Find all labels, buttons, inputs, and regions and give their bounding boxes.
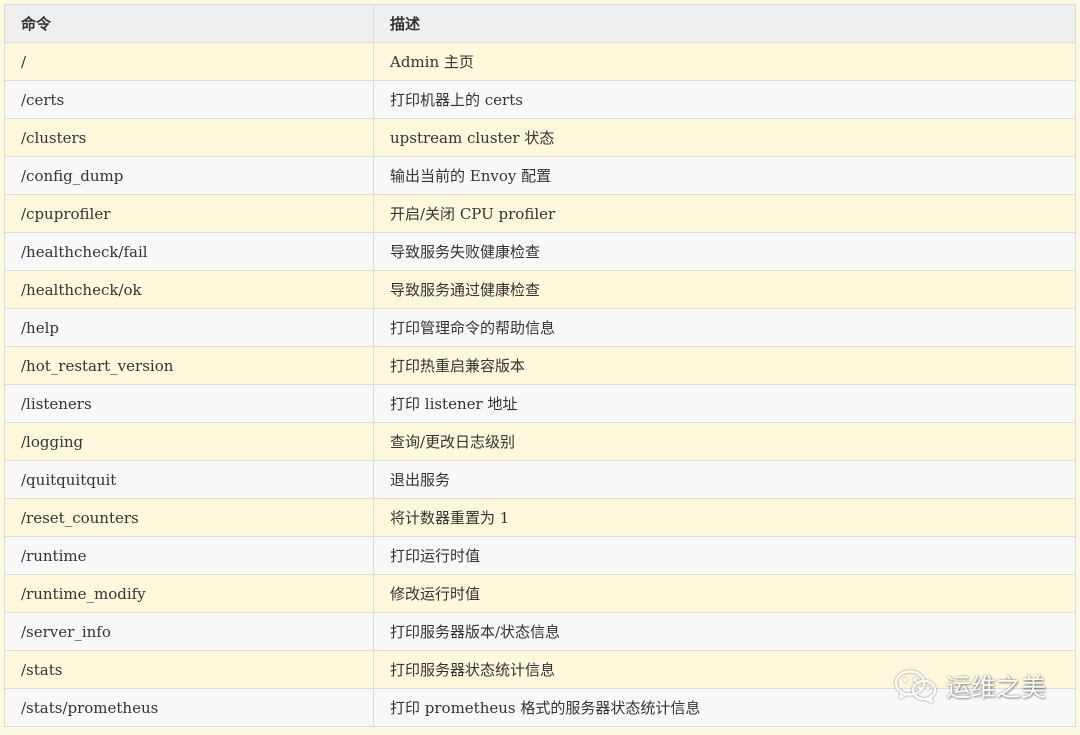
table-row: /cpuprofiler 开启/关闭 CPU profiler [4, 194, 1076, 233]
table-row: /healthcheck/ok 导致服务通过健康检查 [4, 270, 1076, 309]
command-cell: /config_dump [4, 156, 374, 195]
command-cell: /certs [4, 80, 374, 119]
watermark: 运维之美 [894, 668, 1046, 704]
description-cell: Admin 主页 [373, 42, 1076, 81]
description-cell: 开启/关闭 CPU profiler [373, 194, 1076, 233]
command-cell: /healthcheck/fail [4, 232, 374, 271]
table-row: /runtime_modify 修改运行时值 [4, 574, 1076, 613]
table-row: /config_dump 输出当前的 Envoy 配置 [4, 156, 1076, 195]
header-row: 命令 描述 [4, 4, 1076, 43]
table-row: /certs 打印机器上的 certs [4, 80, 1076, 119]
table-row: /logging 查询/更改日志级别 [4, 422, 1076, 461]
table-row: /clusters upstream cluster 状态 [4, 118, 1076, 157]
description-cell: 打印管理命令的帮助信息 [373, 308, 1076, 347]
command-cell: /runtime [4, 536, 374, 575]
description-cell: 导致服务通过健康检查 [373, 270, 1076, 309]
command-cell: /stats [4, 650, 374, 689]
command-cell: /listeners [4, 384, 374, 423]
table-row: /quitquitquit 退出服务 [4, 460, 1076, 499]
command-cell: /logging [4, 422, 374, 461]
commands-table: 命令 描述 / Admin 主页/certs 打印机器上的 certs/cluste… [4, 4, 1076, 727]
description-cell: 输出当前的 Envoy 配置 [373, 156, 1076, 195]
command-cell: / [4, 42, 374, 81]
description-cell: 将计数器重置为 1 [373, 498, 1076, 537]
watermark-text: 运维之美 [945, 673, 1046, 702]
header-command: 命令 [4, 4, 374, 43]
command-cell: /stats/prometheus [4, 688, 374, 727]
description-cell: 打印服务器版本/状态信息 [373, 612, 1076, 651]
command-cell: /server_info [4, 612, 374, 651]
header-description: 描述 [373, 4, 1076, 43]
description-cell: 查询/更改日志级别 [373, 422, 1076, 461]
command-cell: /healthcheck/ok [4, 270, 374, 309]
command-cell: /help [4, 308, 374, 347]
description-cell: 修改运行时值 [373, 574, 1076, 613]
table-row: /listeners 打印 listener 地址 [4, 384, 1076, 423]
table-row: /hot_restart_version 打印热重启兼容版本 [4, 346, 1076, 385]
table-header: 命令 描述 [4, 4, 1076, 43]
description-cell: 打印运行时值 [373, 536, 1076, 575]
table-row: /reset_counters 将计数器重置为 1 [4, 498, 1076, 537]
table-row: /runtime 打印运行时值 [4, 536, 1076, 575]
command-cell: /reset_counters [4, 498, 374, 537]
command-cell: /clusters [4, 118, 374, 157]
wechat-icon [894, 670, 937, 703]
command-cell: /hot_restart_version [4, 346, 374, 385]
table-row: /server_info 打印服务器版本/状态信息 [4, 612, 1076, 651]
table-row: /help 打印管理命令的帮助信息 [4, 308, 1076, 347]
table-row: / Admin 主页 [4, 42, 1076, 81]
description-cell: 打印机器上的 certs [373, 80, 1076, 119]
description-cell: 退出服务 [373, 460, 1076, 499]
description-cell: 打印 listener 地址 [373, 384, 1076, 423]
table-body: / Admin 主页/certs 打印机器上的 certs/clusters upst… [4, 42, 1076, 727]
description-cell: upstream cluster 状态 [373, 118, 1076, 157]
table-row: /healthcheck/fail 导致服务失败健康检查 [4, 232, 1076, 271]
commands-table-container: 命令 描述 / Admin 主页/certs 打印机器上的 certs/cluste… [4, 4, 1076, 727]
description-cell: 打印热重启兼容版本 [373, 346, 1076, 385]
description-cell: 导致服务失败健康检查 [373, 232, 1076, 271]
command-cell: /runtime_modify [4, 574, 374, 613]
command-cell: /cpuprofiler [4, 194, 374, 233]
command-cell: /quitquitquit [4, 460, 374, 499]
